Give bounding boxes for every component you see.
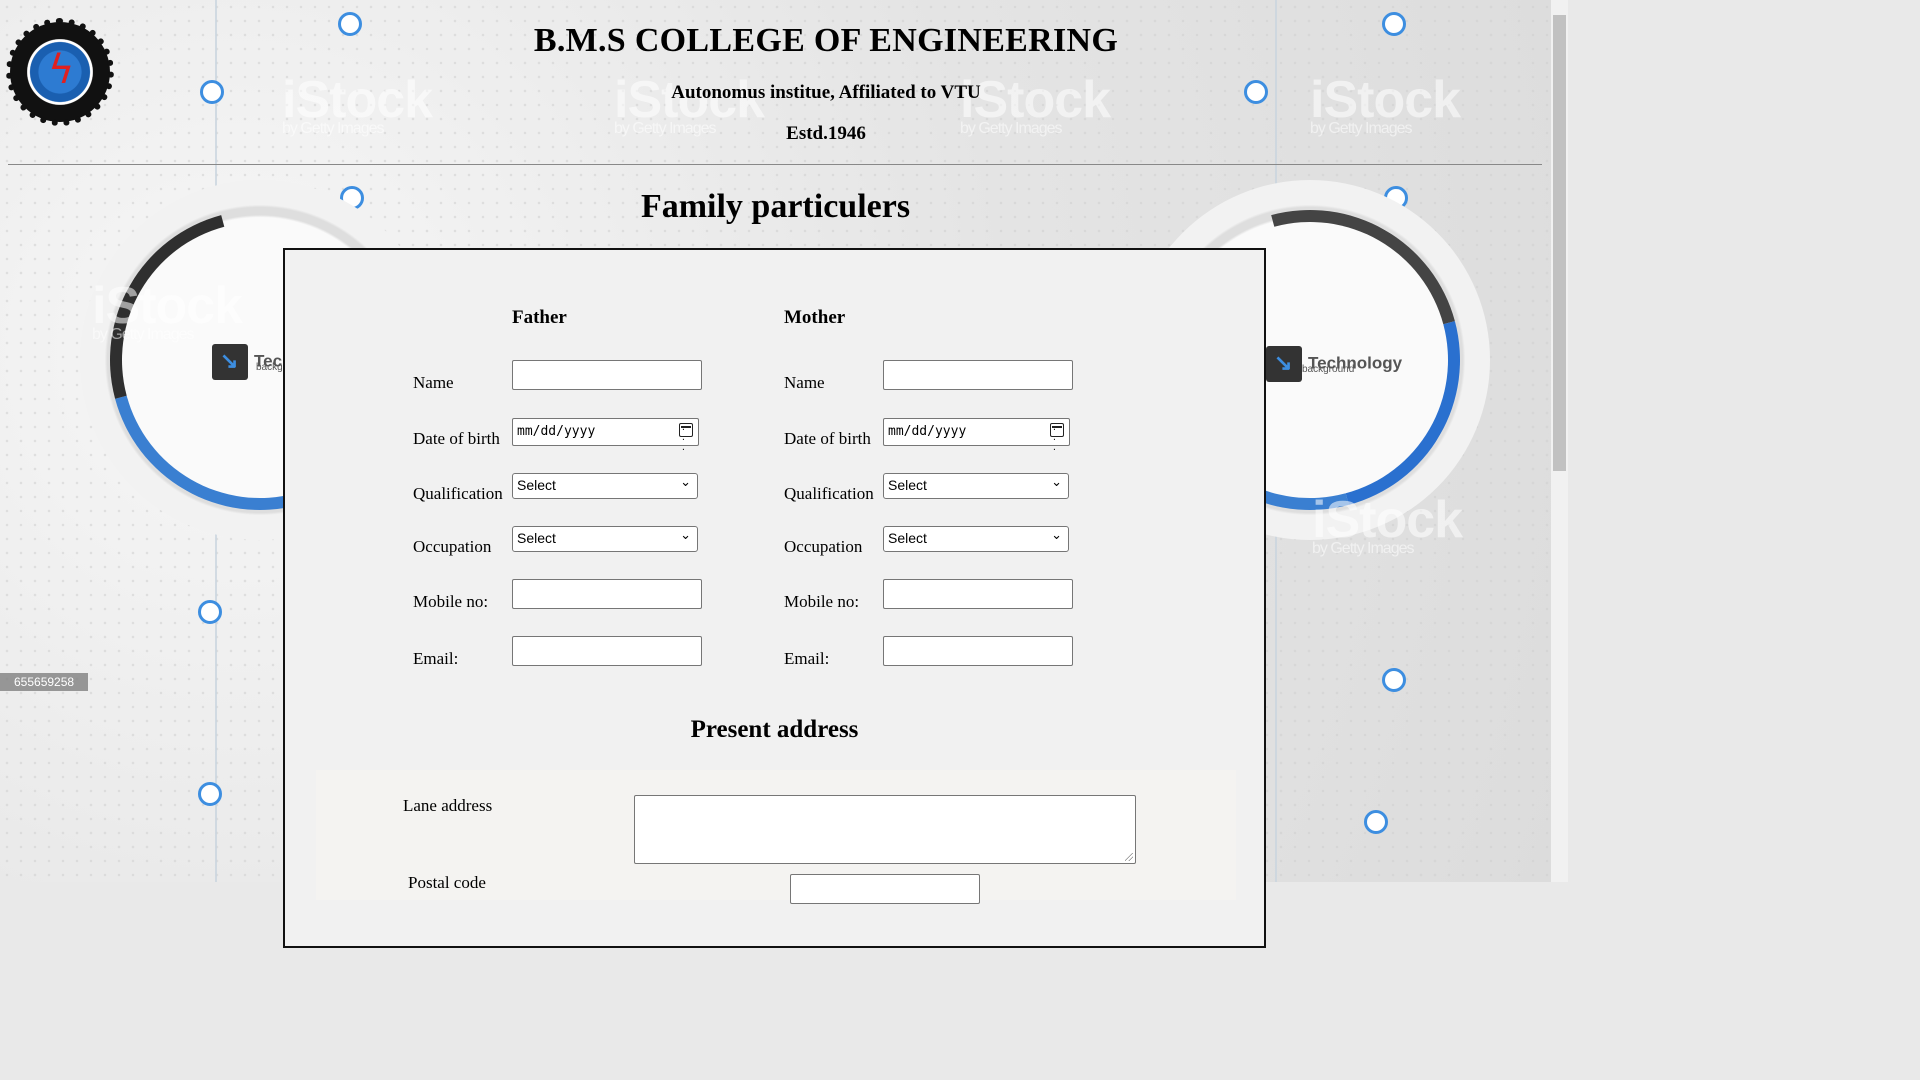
mother-occupation-select[interactable]: Select ⌄ bbox=[883, 526, 1069, 552]
lane-address-label: Lane address bbox=[403, 796, 493, 815]
father-occupation-select[interactable]: Select ⌄ bbox=[512, 526, 698, 552]
postal-code-label: Postal code bbox=[408, 873, 486, 892]
father-qualification-label: Qualification bbox=[413, 484, 503, 503]
mother-qualification-value: Select bbox=[888, 477, 927, 493]
present-address-heading: Present address bbox=[690, 716, 859, 743]
page-scrollbar[interactable] bbox=[1551, 0, 1568, 882]
chevron-down-icon: ⌄ bbox=[1051, 475, 1062, 490]
mother-occupation-value: Select bbox=[888, 530, 927, 546]
arrow-icon bbox=[212, 344, 248, 380]
page-title: Family particulers bbox=[640, 188, 911, 225]
header-divider bbox=[8, 164, 1542, 165]
circuit-node-icon bbox=[198, 782, 222, 806]
circuit-node-icon bbox=[1364, 810, 1388, 834]
mother-name-label: Name bbox=[784, 373, 825, 392]
father-occupation-value: Select bbox=[517, 530, 556, 546]
college-name: B.M.S COLLEGE OF ENGINEERING bbox=[533, 22, 1119, 59]
mother-heading: Mother bbox=[784, 307, 846, 328]
circuit-node-icon bbox=[1382, 668, 1406, 692]
father-qualification-select[interactable]: Select ⌄ bbox=[512, 473, 698, 499]
father-name-input[interactable] bbox=[512, 360, 702, 390]
college-subtitle: Autonomus institue, Affiliated to VTU bbox=[671, 82, 981, 103]
mother-mobile-input[interactable] bbox=[883, 579, 1073, 609]
calendar-icon[interactable] bbox=[679, 423, 693, 455]
mother-email-label: Email: bbox=[784, 649, 830, 668]
father-heading: Father bbox=[512, 307, 567, 328]
father-dob-placeholder: mm/dd/yyyy bbox=[517, 424, 596, 439]
mother-name-input[interactable] bbox=[883, 360, 1073, 390]
postal-code-input[interactable] bbox=[790, 874, 980, 904]
father-dob-label: Date of birth bbox=[413, 429, 500, 448]
father-dob-input[interactable]: mm/dd/yyyy bbox=[512, 418, 699, 455]
watermark: iStock by Getty Images bbox=[92, 277, 243, 343]
watermark: iStock by Getty Images bbox=[1312, 491, 1463, 557]
mother-qualification-label: Qualification bbox=[784, 484, 874, 503]
tech-label-left: Tec backg bbox=[212, 344, 283, 380]
mother-mobile-label: Mobile no: bbox=[784, 592, 860, 611]
mother-email-input[interactable] bbox=[883, 636, 1073, 666]
circuit-node-icon bbox=[198, 600, 222, 624]
established-year: Estd.1946 bbox=[786, 123, 866, 144]
arrow-icon bbox=[1266, 346, 1302, 382]
lane-address-textarea[interactable] bbox=[634, 795, 1136, 864]
father-email-label: Email: bbox=[413, 649, 459, 668]
calendar-icon[interactable] bbox=[1050, 423, 1064, 455]
mother-occupation-label: Occupation bbox=[784, 537, 863, 556]
father-mobile-label: Mobile no: bbox=[413, 592, 489, 611]
mother-qualification-select[interactable]: Select ⌄ bbox=[883, 473, 1069, 499]
father-qualification-value: Select bbox=[517, 477, 556, 493]
father-mobile-input[interactable] bbox=[512, 579, 702, 609]
father-name-label: Name bbox=[413, 373, 454, 392]
tech-label-right: Technology background bbox=[1266, 346, 1402, 382]
chevron-down-icon: ⌄ bbox=[680, 475, 691, 490]
mother-dob-label: Date of birth bbox=[784, 429, 871, 448]
chevron-down-icon: ⌄ bbox=[680, 528, 691, 543]
mother-dob-placeholder: mm/dd/yyyy bbox=[888, 424, 967, 439]
chevron-down-icon: ⌄ bbox=[1051, 528, 1062, 543]
scrollbar-thumb[interactable] bbox=[1553, 15, 1566, 471]
father-email-input[interactable] bbox=[512, 636, 702, 666]
father-occupation-label: Occupation bbox=[413, 537, 492, 556]
stock-id-badge: 655659258 bbox=[0, 673, 89, 691]
mother-dob-input[interactable]: mm/dd/yyyy bbox=[883, 418, 1070, 455]
